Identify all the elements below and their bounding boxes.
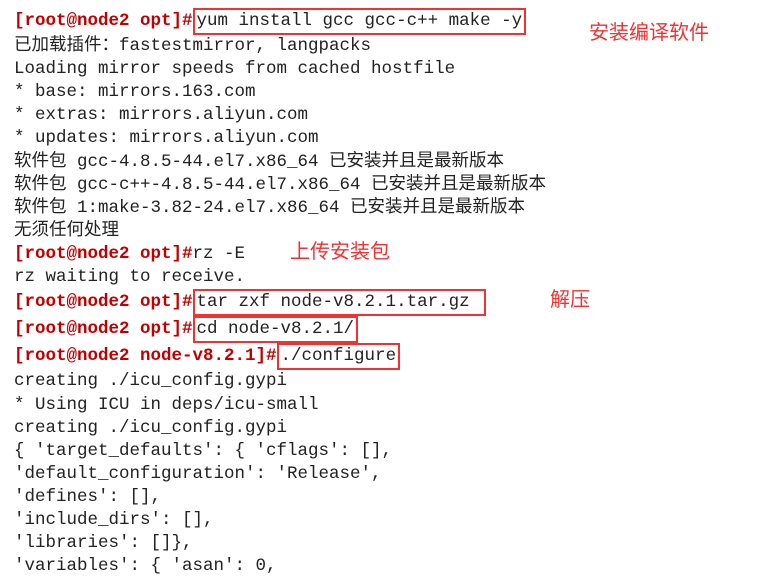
prompt: [root@node2 opt]# [14, 319, 193, 339]
cmd-rz[interactable]: rz -E [193, 244, 246, 264]
out-line: 'default_configuration': 'Release', [14, 463, 762, 486]
out-line: creating ./icu_config.gypi [14, 417, 762, 440]
cmd-tar-box[interactable]: tar zxf node-v8.2.1.tar.gz [193, 289, 486, 316]
cmd-line-configure: [root@node2 node-v8.2.1]#./configure [14, 343, 762, 370]
out-line: 'libraries': []}, [14, 532, 762, 555]
out-line: 'defines': [], [14, 486, 762, 509]
prompt: [root@node2 node-v8.2.1]# [14, 346, 277, 366]
out-line: 软件包 gcc-4.8.5-44.el7.x86_64 已安装并且是最新版本 [14, 151, 762, 174]
annot-upload-package: 上传安装包 [290, 239, 390, 265]
cmd-yum-box[interactable]: yum install gcc gcc-c++ make -y [193, 8, 527, 35]
prompt: [root@node2 opt]# [14, 11, 193, 31]
prompt: [root@node2 opt]# [14, 292, 193, 312]
out-line: * updates: mirrors.aliyun.com [14, 127, 762, 150]
out-line: rz waiting to receive. [14, 266, 762, 289]
out-line: 'variables': { 'asan': 0, [14, 555, 762, 578]
cmd-line-rz: [root@node2 opt]#rz -E 上传安装包 [14, 243, 762, 266]
out-line: * base: mirrors.163.com [14, 81, 762, 104]
cmd-line-cd: [root@node2 opt]#cd node-v8.2.1/ [14, 316, 762, 343]
prompt: [root@node2 opt]# [14, 244, 193, 264]
out-line: creating ./icu_config.gypi [14, 370, 762, 393]
out-line: Loading mirror speeds from cached hostfi… [14, 58, 762, 81]
cmd-cd-box[interactable]: cd node-v8.2.1/ [193, 316, 359, 343]
out-line: 'include_dirs': [], [14, 509, 762, 532]
out-line: * extras: mirrors.aliyun.com [14, 104, 762, 127]
out-line: 软件包 1:make-3.82-24.el7.x86_64 已安装并且是最新版本 [14, 197, 762, 220]
cmd-configure-box[interactable]: ./configure [277, 343, 401, 370]
out-line: 软件包 gcc-c++-4.8.5-44.el7.x86_64 已安装并且是最新… [14, 174, 762, 197]
cmd-line-yum: [root@node2 opt]#yum install gcc gcc-c++… [14, 8, 762, 35]
annot-extract: 解压 [550, 287, 590, 313]
cmd-line-tar: [root@node2 opt]#tar zxf node-v8.2.1.tar… [14, 289, 762, 316]
out-line: * Using ICU in deps/icu-small [14, 394, 762, 417]
out-line: { 'target_defaults': { 'cflags': [], [14, 440, 762, 463]
out-line: 已加载插件：fastestmirror, langpacks [14, 35, 762, 58]
